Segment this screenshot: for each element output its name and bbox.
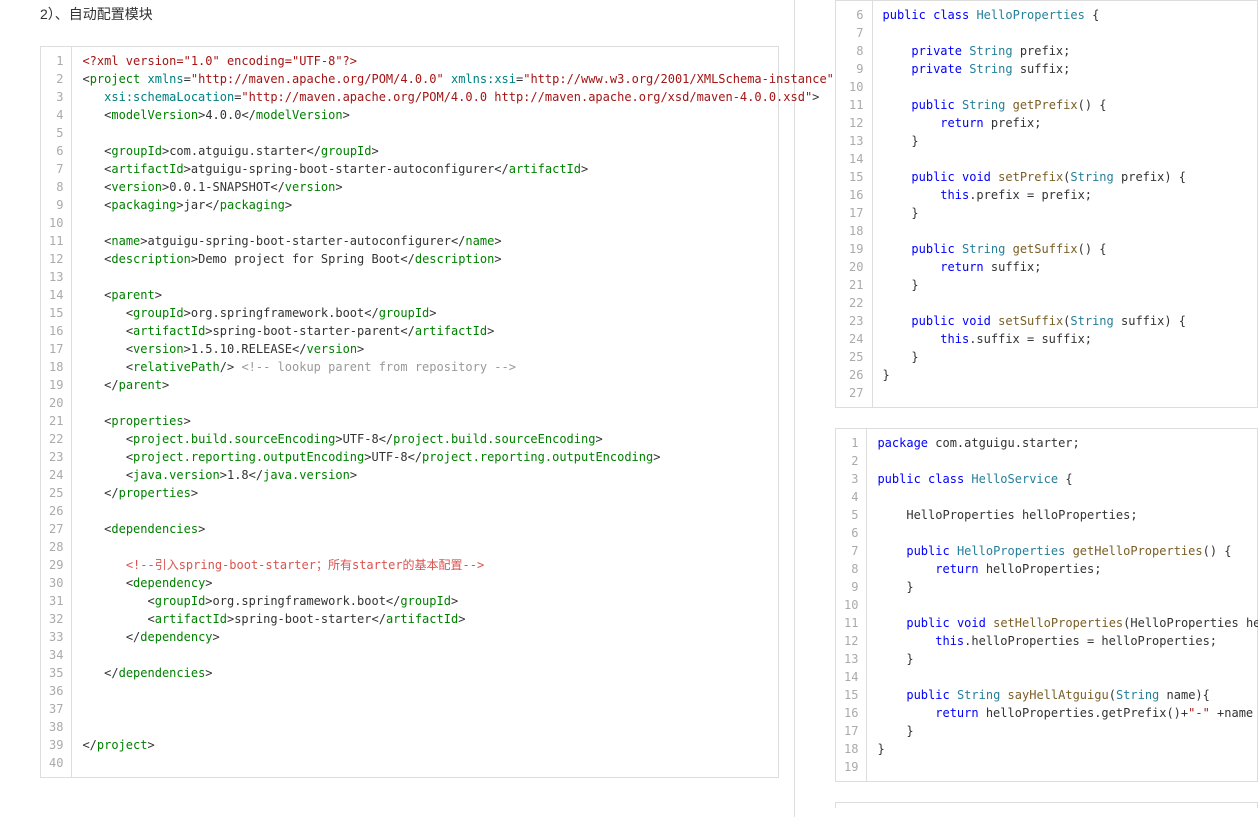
right-column: 6public class HelloProperties { 7 8 priv… <box>795 0 1258 817</box>
left-column: 2）、自动配置模块 1<?xml version="1.0" encoding=… <box>0 0 795 817</box>
xml-code-block[interactable]: 1<?xml version="1.0" encoding="UTF-8"?> … <box>40 46 779 778</box>
java-code-block-1[interactable]: 6public class HelloProperties { 7 8 priv… <box>835 0 1258 408</box>
java-code-block-2[interactable]: 1package com.atguigu.starter; 2 3public … <box>835 428 1258 782</box>
java-code-block-3-partial[interactable] <box>835 802 1258 808</box>
section-heading: 2）、自动配置模块 <box>40 4 779 24</box>
page-root: 2）、自动配置模块 1<?xml version="1.0" encoding=… <box>0 0 1258 817</box>
xml-line: <?xml version="1.0" encoding="UTF-8"?> <box>82 54 357 68</box>
